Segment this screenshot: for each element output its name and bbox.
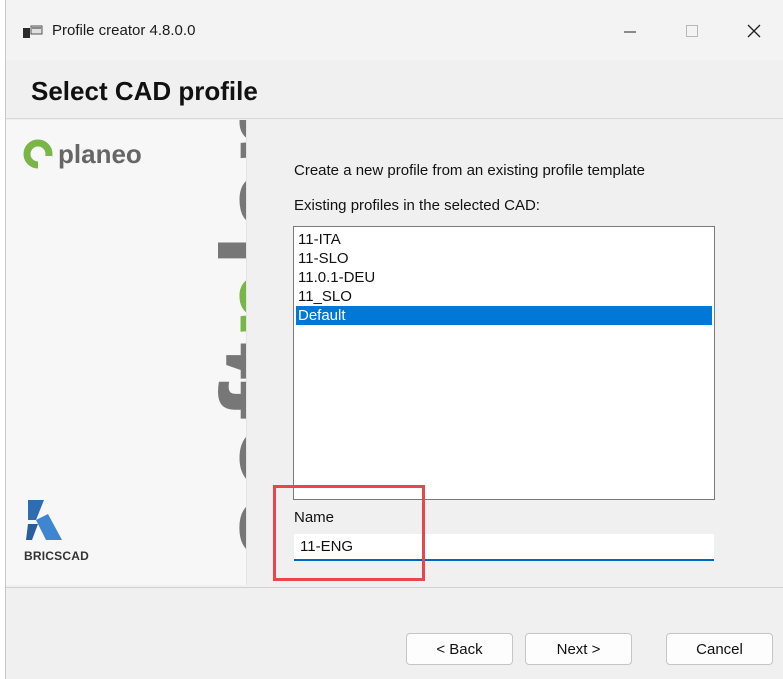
app-icon: [23, 25, 43, 38]
close-icon: [747, 24, 761, 38]
minimize-button[interactable]: [602, 14, 658, 48]
minimize-icon: [624, 31, 636, 33]
profiles-listbox[interactable]: 11-ITA 11-SLO 11.0.1-DEU 11_SLO Default: [293, 226, 715, 500]
profile-list-item[interactable]: 11-ITA: [296, 230, 712, 249]
planeo-text: planeo: [58, 138, 142, 169]
next-button[interactable]: Next >: [525, 633, 632, 665]
profiles-label: Existing profiles in the selected CAD:: [294, 197, 540, 214]
planeo-swirl-icon: [23, 139, 53, 170]
page-title: Select CAD profile: [31, 76, 258, 106]
name-label: Name: [294, 509, 335, 526]
bricscad-icon: [26, 500, 62, 540]
profile-creator-window: Profile creator 4.8.0.0 Select CAD profi…: [5, 0, 783, 679]
planeo-logo: planeo: [22, 138, 142, 170]
window-title: Profile creator 4.8.0.0: [52, 22, 196, 39]
cancel-button[interactable]: Cancel: [666, 633, 773, 665]
profile-list-item[interactable]: Default: [296, 306, 712, 325]
name-input[interactable]: [294, 534, 714, 561]
bricscad-label: BRICSCAD: [24, 549, 89, 563]
back-button[interactable]: < Back: [406, 633, 513, 665]
profile-list-item[interactable]: 11_SLO: [296, 287, 712, 306]
description-text: Create a new profile from an existing pr…: [294, 162, 646, 179]
profile-list-item[interactable]: 11.0.1-DEU: [296, 268, 712, 287]
brand-panel: planeo softplan BRICSCAD: [6, 120, 247, 585]
close-button[interactable]: [726, 14, 782, 48]
profile-list-item[interactable]: 11-SLO: [296, 249, 712, 268]
maximize-icon: [686, 25, 698, 37]
title-bar[interactable]: Profile creator 4.8.0.0: [6, 0, 783, 60]
maximize-button[interactable]: [664, 14, 720, 48]
footer-separator: [6, 587, 783, 588]
bricscad-logo: BRICSCAD: [24, 498, 94, 563]
softplan-logo: softplan: [197, 120, 247, 560]
wizard-header: Select CAD profile: [6, 60, 783, 119]
